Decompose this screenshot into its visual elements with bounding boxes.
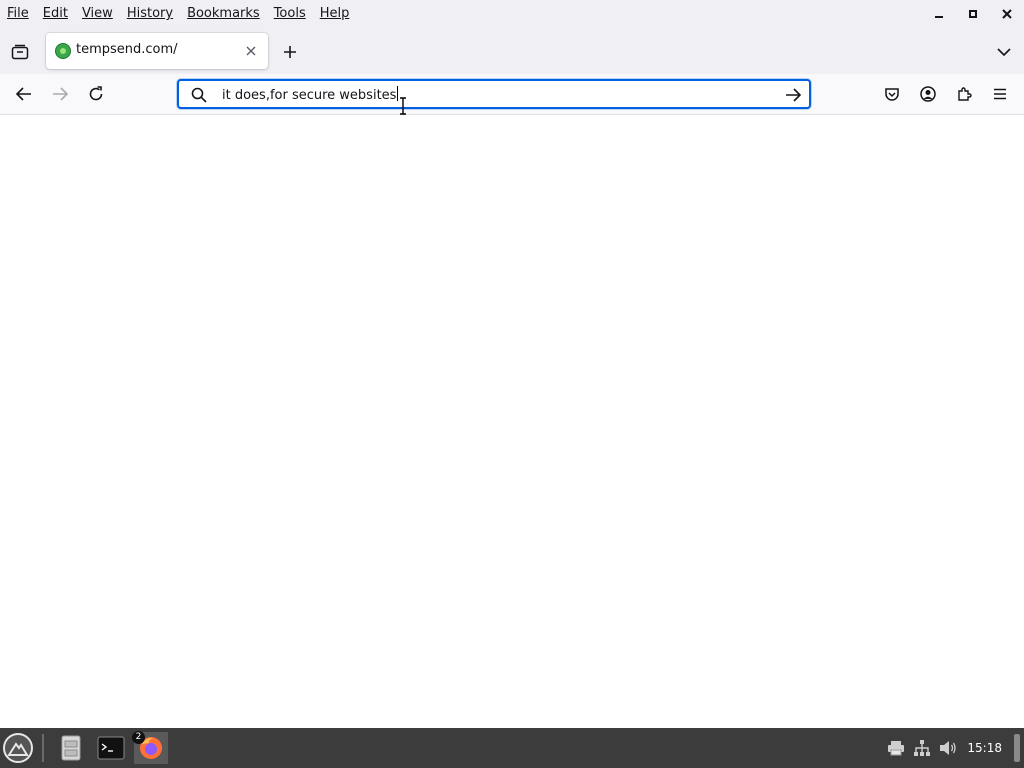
- network-icon: [914, 740, 931, 756]
- list-all-tabs-button[interactable]: [992, 40, 1016, 64]
- extensions-button[interactable]: [952, 82, 976, 106]
- taskbar-clock[interactable]: 15:18: [967, 741, 1002, 755]
- tab-strip: tempsend.com/: [0, 28, 1024, 74]
- tab-close-button[interactable]: [242, 42, 260, 60]
- close-icon: [1002, 9, 1012, 19]
- printer-icon: [888, 741, 905, 756]
- launcher-icon: [7, 742, 29, 756]
- menu-bar: File Edit View History Bookmarks Tools H…: [0, 0, 1024, 28]
- minimize-button[interactable]: [922, 0, 956, 28]
- menu-tools[interactable]: Tools: [267, 0, 313, 28]
- close-window-button[interactable]: [990, 0, 1024, 28]
- reload-button[interactable]: [84, 82, 108, 106]
- arrow-right-icon: [53, 87, 68, 101]
- tab-overview-icon: [11, 44, 29, 60]
- file-manager-icon: [61, 735, 81, 761]
- maximize-icon: [969, 10, 977, 18]
- text-cursor-ibeam: [400, 97, 406, 115]
- search-icon: [191, 87, 207, 103]
- go-button[interactable]: [782, 84, 804, 106]
- maximize-button[interactable]: [956, 0, 990, 28]
- account-icon: [920, 86, 936, 102]
- forward-button[interactable]: [48, 82, 72, 106]
- minimize-icon: [935, 16, 943, 18]
- app-menu-button[interactable]: [988, 82, 1012, 106]
- page-content: [0, 115, 1024, 728]
- hamburger-menu-icon: [994, 88, 1006, 100]
- plus-icon: [284, 46, 296, 58]
- firefox-window-count-badge: 2: [132, 731, 145, 744]
- printer-tray-button[interactable]: [885, 737, 907, 759]
- chevron-down-icon: [997, 48, 1011, 57]
- menu-file[interactable]: File: [0, 0, 36, 28]
- url-input[interactable]: it does,for secure websites: [222, 86, 399, 103]
- menu-history[interactable]: History: [120, 0, 180, 28]
- network-tray-button[interactable]: [911, 737, 933, 759]
- extensions-icon: [958, 87, 972, 101]
- show-desktop-button[interactable]: [1014, 734, 1020, 762]
- nav-toolbar: it does,for secure websites: [0, 74, 1024, 115]
- volume-tray-button[interactable]: [937, 737, 959, 759]
- pocket-icon: [885, 88, 899, 101]
- tab-overview-button[interactable]: [8, 40, 32, 64]
- arrow-left-icon: [16, 87, 31, 101]
- system-tray: 15:18: [885, 728, 1024, 768]
- volume-icon: [940, 741, 957, 755]
- tab-title: tempsend.com/: [76, 42, 178, 57]
- url-input-value: it does,for secure websites: [222, 88, 397, 103]
- menu-edit[interactable]: Edit: [36, 0, 75, 28]
- taskbar-file-manager[interactable]: [54, 732, 88, 764]
- account-button[interactable]: [916, 82, 940, 106]
- taskbar-terminal[interactable]: [94, 732, 128, 764]
- new-tab-button[interactable]: [278, 40, 302, 64]
- terminal-icon: [97, 736, 125, 760]
- taskbar: 2 15:18: [0, 728, 1024, 768]
- back-button[interactable]: [12, 82, 36, 106]
- menu-help[interactable]: Help: [313, 0, 357, 28]
- reload-icon: [89, 86, 103, 101]
- menu-bookmarks[interactable]: Bookmarks: [180, 0, 267, 28]
- app-launcher-button[interactable]: [3, 733, 33, 763]
- tab-tempsend[interactable]: tempsend.com/: [46, 33, 268, 69]
- close-icon: [246, 46, 256, 56]
- tempsend-favicon-icon: [55, 43, 71, 59]
- menu-view[interactable]: View: [75, 0, 120, 28]
- arrow-right-icon: [786, 88, 801, 102]
- url-bar[interactable]: it does,for secure websites: [177, 79, 811, 109]
- pocket-button[interactable]: [880, 82, 904, 106]
- window-controls: [922, 0, 1024, 28]
- taskbar-separator: [42, 734, 44, 762]
